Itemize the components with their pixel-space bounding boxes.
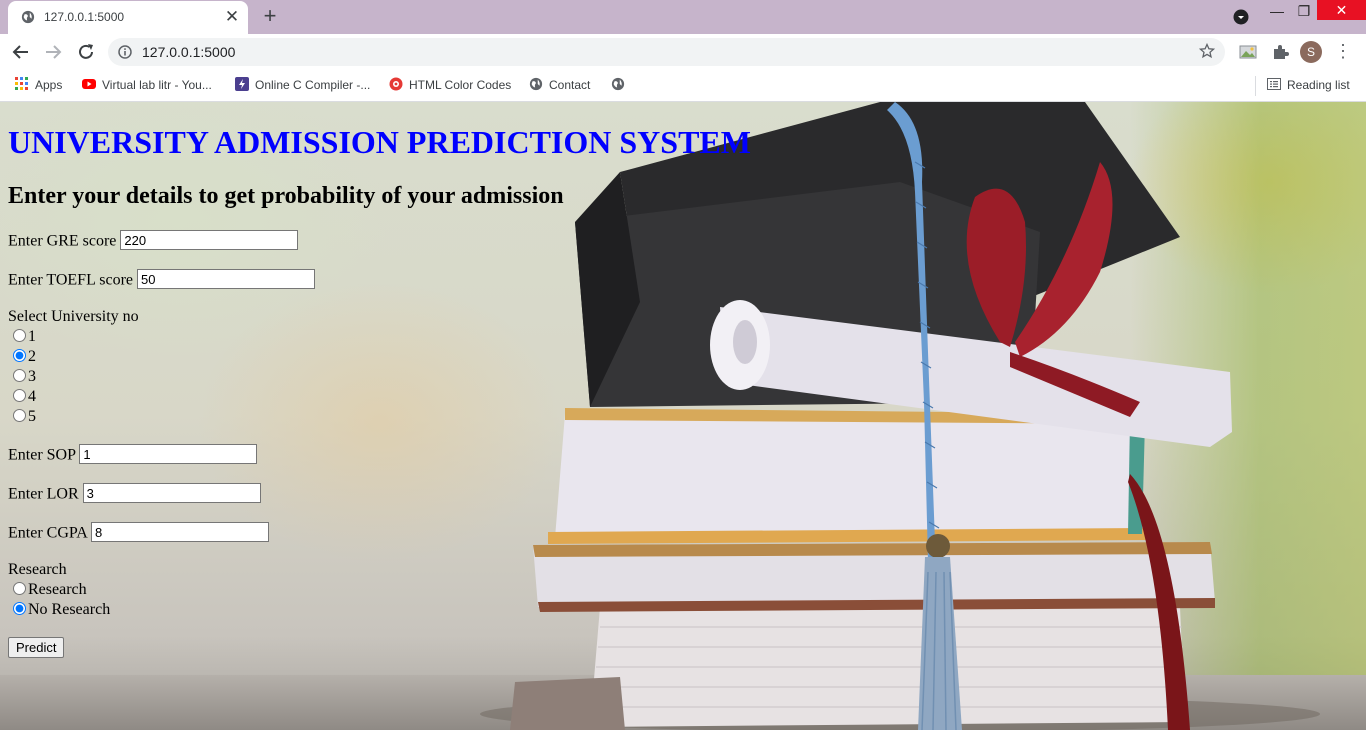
sop-label: Enter SOP	[8, 446, 76, 464]
research-option-yes[interactable]: Research	[13, 581, 87, 599]
minimize-icon[interactable]: —	[1262, 0, 1292, 24]
bookmark-untitled[interactable]	[611, 75, 631, 95]
bookmark-virtual-lab[interactable]: Virtual lab litr - You...	[82, 75, 212, 95]
gre-label: Enter GRE score	[8, 232, 117, 250]
image-extension-icon[interactable]	[1239, 43, 1257, 61]
page-subtitle: Enter your details to get probability of…	[8, 183, 564, 209]
bookmarks-bar: Apps Virtual lab litr - You... Online C …	[0, 70, 1366, 102]
predict-button[interactable]: Predict	[8, 637, 65, 658]
university-option-4[interactable]: 4	[13, 388, 36, 406]
browser-toolbar: 127.0.0.1:5000 S ⋮	[0, 34, 1366, 70]
bookmark-contact[interactable]: Contact	[529, 75, 590, 95]
university-option-2[interactable]: 2	[13, 348, 36, 366]
university-option-5[interactable]: 5	[13, 408, 36, 426]
profile-avatar[interactable]: S	[1300, 41, 1322, 63]
window-close-icon[interactable]: ✕	[1317, 0, 1366, 20]
sop-row: Enter SOP	[8, 444, 258, 465]
color-codes-icon	[389, 77, 403, 91]
tab-search-icon[interactable]	[1233, 9, 1249, 25]
bookmark-apps[interactable]: Apps	[15, 75, 62, 95]
apps-grid-icon	[15, 77, 28, 90]
bookmark-label: Apps	[35, 78, 63, 92]
university-option-1[interactable]: 1	[13, 328, 36, 346]
cgpa-input[interactable]	[90, 522, 269, 542]
toefl-label: Enter TOEFL score	[8, 271, 134, 289]
compiler-icon	[235, 77, 249, 91]
sop-input[interactable]	[79, 444, 258, 464]
lor-label: Enter LOR	[8, 485, 79, 503]
cgpa-label: Enter CGPA	[8, 524, 87, 542]
research-label: Research	[8, 561, 67, 578]
extensions-puzzle-icon[interactable]	[1271, 43, 1289, 61]
university-option-3[interactable]: 3	[13, 368, 36, 386]
gre-row: Enter GRE score	[8, 230, 299, 251]
address-bar[interactable]: 127.0.0.1:5000	[108, 38, 1225, 66]
globe-icon	[21, 10, 35, 24]
bookmark-label: HTML Color Codes	[409, 78, 512, 92]
back-arrow-icon[interactable]	[9, 40, 33, 64]
lor-row: Enter LOR	[8, 483, 261, 504]
research-option-no[interactable]: No Research	[13, 601, 110, 619]
globe-icon	[529, 77, 543, 91]
university-radio-2[interactable]	[13, 349, 26, 362]
tab-title: 127.0.0.1:5000	[44, 10, 125, 24]
new-tab-icon[interactable]: +	[258, 5, 282, 29]
bookmark-html-color-codes[interactable]: HTML Color Codes	[389, 75, 511, 95]
reading-list-label: Reading list	[1287, 78, 1350, 92]
reading-list-button[interactable]: Reading list	[1267, 75, 1350, 95]
lor-input[interactable]	[82, 483, 261, 503]
university-label: Select University no	[8, 308, 139, 325]
page-title: UNIVERSITY ADMISSION PREDICTION SYSTEM	[8, 124, 751, 160]
university-radio-4[interactable]	[13, 389, 26, 402]
bookmark-star-icon[interactable]	[1199, 43, 1215, 59]
tab-close-icon[interactable]: ✕	[223, 8, 241, 26]
gre-score-input[interactable]	[120, 230, 299, 250]
restore-icon[interactable]: ❐	[1289, 0, 1319, 24]
university-radio-1[interactable]	[13, 329, 26, 342]
bookmarks-divider	[1255, 76, 1256, 96]
browser-tab[interactable]: 127.0.0.1:5000 ✕	[8, 1, 248, 34]
no-research-radio[interactable]	[13, 602, 26, 615]
university-radio-5[interactable]	[13, 409, 26, 422]
university-radio-3[interactable]	[13, 369, 26, 382]
globe-icon	[611, 77, 625, 91]
reload-icon[interactable]	[74, 40, 98, 64]
bookmark-label: Online C Compiler -...	[255, 78, 371, 92]
bookmark-online-c-compiler[interactable]: Online C Compiler -...	[235, 75, 370, 95]
toefl-score-input[interactable]	[137, 269, 316, 289]
forward-arrow-icon[interactable]	[41, 40, 65, 64]
reading-list-icon	[1267, 78, 1281, 90]
cgpa-row: Enter CGPA	[8, 522, 269, 543]
tab-strip: 127.0.0.1:5000 ✕ + — ❐ ✕	[0, 0, 1366, 34]
bookmark-label: Virtual lab litr - You...	[102, 78, 212, 92]
page-viewport: UNIVERSITY ADMISSION PREDICTION SYSTEM E…	[0, 102, 1366, 730]
bookmark-label: Contact	[549, 78, 591, 92]
site-info-icon[interactable]	[118, 45, 132, 59]
toefl-row: Enter TOEFL score	[8, 269, 316, 290]
url-text: 127.0.0.1:5000	[142, 44, 236, 60]
youtube-icon	[82, 79, 96, 89]
research-radio[interactable]	[13, 582, 26, 595]
browser-menu-icon[interactable]: ⋮	[1334, 42, 1352, 62]
